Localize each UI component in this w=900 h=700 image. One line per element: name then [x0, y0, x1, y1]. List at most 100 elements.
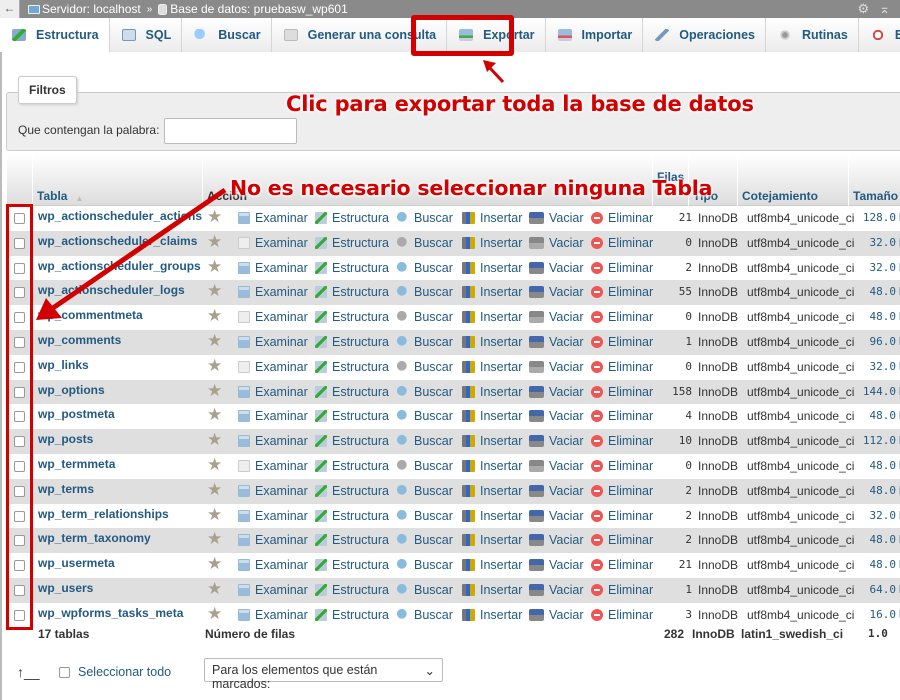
action-examinar[interactable]: Examinar [238, 385, 308, 399]
table-size[interactable]: 16.0 [856, 608, 897, 621]
table-size[interactable]: 144.0 [856, 385, 896, 398]
action-vaciar[interactable]: Vaciar [529, 261, 584, 275]
action-insertar[interactable]: Insertar [462, 335, 522, 349]
breadcrumb-database[interactable]: Base de datos: pruebasw_wp601 [158, 2, 348, 16]
action-insertar[interactable]: Insertar [462, 261, 522, 275]
action-examinar[interactable]: Examinar [238, 459, 308, 473]
favorite-star-icon[interactable]: ★ [207, 554, 222, 574]
tab-exportar[interactable]: Exportar [447, 18, 546, 52]
action-estructura[interactable]: Estructura [315, 484, 389, 498]
action-eliminar[interactable]: Eliminar [591, 409, 653, 423]
action-eliminar[interactable]: Eliminar [591, 236, 653, 250]
table-name-link[interactable]: wp_termmeta [38, 457, 115, 471]
row-checkbox[interactable] [14, 312, 25, 324]
action-vaciar[interactable]: Vaciar [529, 285, 584, 299]
action-buscar[interactable]: Buscar [397, 409, 453, 423]
action-estructura[interactable]: Estructura [315, 533, 389, 547]
row-checkbox[interactable] [14, 461, 25, 472]
table-name-link[interactable]: wp_term_taxonomy [38, 531, 151, 545]
action-estructura[interactable]: Estructura [315, 236, 389, 250]
table-name-link[interactable]: wp_actionscheduler_claims [38, 234, 197, 248]
action-insertar[interactable]: Insertar [462, 385, 522, 399]
action-insertar[interactable]: Insertar [462, 558, 522, 572]
action-eliminar[interactable]: Eliminar [591, 459, 653, 473]
table-size[interactable]: 48.0 [856, 533, 897, 546]
action-examinar[interactable]: Examinar [238, 608, 308, 622]
header-tabla[interactable]: Tabla ▲ [32, 154, 202, 206]
action-estructura[interactable]: Estructura [315, 558, 389, 572]
action-examinar[interactable]: Examinar [238, 509, 308, 523]
favorite-star-icon[interactable]: ★ [207, 604, 222, 624]
row-checkbox[interactable] [14, 386, 25, 398]
table-size[interactable]: 128.0 [856, 211, 896, 224]
row-checkbox[interactable] [14, 213, 25, 224]
table-name-link[interactable]: wp_actionscheduler_groups [38, 259, 201, 273]
table-size[interactable]: 32.0 [856, 261, 897, 274]
action-insertar[interactable]: Insertar [462, 409, 522, 423]
table-size[interactable]: 32.0 [856, 509, 897, 522]
action-insertar[interactable]: Insertar [462, 484, 522, 498]
row-checkbox[interactable] [14, 585, 25, 596]
row-checkbox[interactable] [14, 337, 25, 348]
action-vaciar[interactable]: Vaciar [529, 533, 584, 547]
favorite-star-icon[interactable]: ★ [207, 579, 222, 599]
tab-eventos[interactable]: Eventos [858, 18, 900, 52]
row-checkbox[interactable] [14, 287, 25, 299]
breadcrumb-server[interactable]: Servidor: localhost [28, 2, 141, 16]
favorite-star-icon[interactable]: ★ [207, 455, 222, 475]
action-buscar[interactable]: Buscar [397, 211, 453, 225]
action-vaciar[interactable]: Vaciar [529, 236, 584, 250]
action-estructura[interactable]: Estructura [315, 285, 389, 299]
row-checkbox[interactable] [14, 361, 25, 373]
action-insertar[interactable]: Insertar [462, 236, 522, 250]
row-checkbox[interactable] [14, 411, 25, 423]
action-insertar[interactable]: Insertar [462, 583, 522, 597]
action-buscar[interactable]: Buscar [397, 509, 453, 523]
action-examinar[interactable]: Examinar [238, 261, 308, 275]
header-tipo-label[interactable]: Tipo [693, 189, 718, 203]
action-vaciar[interactable]: Vaciar [529, 608, 584, 622]
action-estructura[interactable]: Estructura [315, 434, 389, 448]
action-estructura[interactable]: Estructura [315, 211, 389, 225]
row-checkbox[interactable] [14, 485, 25, 497]
action-buscar[interactable]: Buscar [397, 236, 453, 250]
favorite-star-icon[interactable]: ★ [207, 430, 222, 450]
table-size[interactable]: 32.0 [856, 360, 897, 373]
tab-rutinas[interactable]: Rutinas [765, 18, 859, 52]
action-estructura[interactable]: Estructura [315, 310, 389, 324]
action-eliminar[interactable]: Eliminar [591, 285, 653, 299]
action-vaciar[interactable]: Vaciar [529, 360, 584, 374]
table-name-link[interactable]: wp_posts [38, 432, 93, 446]
database-label[interactable]: Base de datos: pruebasw_wp601 [170, 2, 347, 16]
action-examinar[interactable]: Examinar [238, 211, 308, 225]
table-size[interactable]: 32.0 [856, 236, 897, 249]
tab-importar[interactable]: Importar [545, 18, 644, 52]
action-buscar[interactable]: Buscar [397, 335, 453, 349]
arrow-left-icon[interactable]: ← [0, 0, 20, 18]
action-vaciar[interactable]: Vaciar [529, 385, 584, 399]
row-checkbox[interactable] [14, 560, 25, 572]
action-eliminar[interactable]: Eliminar [591, 335, 653, 349]
favorite-star-icon[interactable]: ★ [207, 480, 222, 500]
table-size[interactable]: 112.0 [856, 434, 896, 447]
table-name-link[interactable]: wp_term_relationships [38, 507, 169, 521]
action-eliminar[interactable]: Eliminar [591, 385, 653, 399]
row-checkbox[interactable] [14, 510, 25, 522]
action-insertar[interactable]: Insertar [462, 459, 522, 473]
action-vaciar[interactable]: Vaciar [529, 409, 584, 423]
favorite-star-icon[interactable]: ★ [207, 381, 222, 401]
table-size[interactable]: 48.0 [856, 459, 897, 472]
action-examinar[interactable]: Examinar [238, 236, 308, 250]
action-buscar[interactable]: Buscar [397, 484, 453, 498]
table-size[interactable]: 48.0 [856, 310, 897, 323]
action-eliminar[interactable]: Eliminar [591, 558, 653, 572]
action-vaciar[interactable]: Vaciar [529, 310, 584, 324]
table-name-link[interactable]: wp_actionscheduler_actions [38, 209, 202, 223]
tab-estructura[interactable]: Estructura [0, 18, 110, 53]
action-vaciar[interactable]: Vaciar [529, 459, 584, 473]
action-examinar[interactable]: Examinar [238, 533, 308, 547]
select-all-link[interactable]: Seleccionar todo [78, 665, 171, 679]
action-eliminar[interactable]: Eliminar [591, 608, 653, 622]
favorite-star-icon[interactable]: ★ [207, 331, 222, 351]
favorite-star-icon[interactable]: ★ [207, 207, 222, 227]
